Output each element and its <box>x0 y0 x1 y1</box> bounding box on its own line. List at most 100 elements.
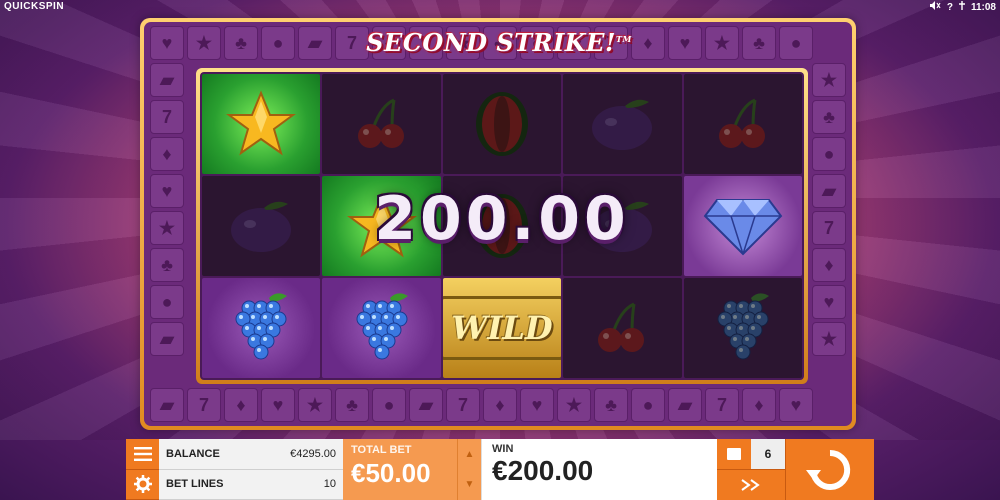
balance-label: BALANCE <box>166 447 220 460</box>
bet-increase-button[interactable]: ▲ <box>458 439 481 470</box>
bet-stepper: ▲ ▼ <box>457 439 481 500</box>
frame-tile: ♦ <box>631 26 665 60</box>
clock: 11:08 <box>970 1 996 13</box>
frame-tile: ★ <box>705 26 739 60</box>
balance-value: €4295.00 <box>290 447 336 460</box>
plum-icon <box>587 196 657 256</box>
melon-icon <box>472 191 532 261</box>
total-bet-label: TOTAL BET <box>351 444 412 456</box>
frame-tile: ▰ <box>668 388 702 422</box>
reel-cell-grapes <box>202 278 321 378</box>
frame-tile: ★ <box>150 211 184 245</box>
reel-cell-grapes <box>683 278 802 378</box>
frame-tile: ♦ <box>483 388 517 422</box>
frame-tile: ★ <box>812 63 846 97</box>
reels-grid[interactable]: WILD 200.00 <box>200 72 804 380</box>
frame-tile: ★ <box>812 322 846 356</box>
frame-tile: ● <box>779 26 813 60</box>
star-icon <box>226 89 297 159</box>
frame-tile: 7 <box>187 388 221 422</box>
control-bar: BALANCE €4295.00 BET LINES 10 TOTAL BET … <box>126 439 874 500</box>
reel-cell-melon <box>442 74 562 174</box>
reel-cell-cherry <box>683 74 802 174</box>
frame-tile: ▰ <box>409 388 443 422</box>
triangle-up-icon: ▲ <box>464 448 475 460</box>
frame-tile: ▰ <box>150 388 184 422</box>
win-value: €200.00 <box>492 455 594 486</box>
wild-label: WILD <box>442 296 562 360</box>
frame-tile: ♦ <box>224 388 258 422</box>
melon-icon <box>472 89 532 159</box>
total-bet-value: €50.00 <box>351 458 431 488</box>
frame-tile: 7 <box>150 100 184 134</box>
bet-lines-value: 10 <box>323 478 336 491</box>
frame-tile: ♣ <box>335 388 369 422</box>
reel-cell-wild: WILD <box>442 278 562 378</box>
frame-tile: ♦ <box>742 388 776 422</box>
cherry-icon <box>590 296 654 360</box>
reel-cell-cherry <box>322 74 441 174</box>
frame-tile: ♣ <box>812 100 846 134</box>
frame-tile: ▰ <box>298 26 332 60</box>
game-title-text: SECOND STRIKE! <box>366 28 616 57</box>
cherry-icon <box>711 92 775 156</box>
menu-button[interactable] <box>126 439 159 470</box>
settings-button[interactable] <box>126 469 159 500</box>
frame-tile: 7 <box>705 388 739 422</box>
frame-tile: ● <box>150 285 184 319</box>
brand-logo: QUICKSPIN <box>4 1 65 12</box>
autoplay-stop-button[interactable] <box>717 439 751 469</box>
spin-button[interactable] <box>785 439 874 500</box>
reel-cell-grapes <box>322 278 441 378</box>
spin-icon <box>806 449 851 490</box>
total-bet-panel: TOTAL BET €50.00 <box>343 439 457 500</box>
plum-icon <box>587 94 657 154</box>
frame-tile: 7 <box>812 211 846 245</box>
win-panel: WIN €200.00 <box>481 439 717 500</box>
triangle-down-icon: ▼ <box>464 479 475 491</box>
frame-tile: ● <box>261 26 295 60</box>
reel-cell-star <box>322 176 441 276</box>
reels-frame: WILD 200.00 <box>196 68 808 384</box>
grapes-icon <box>229 292 293 364</box>
bet-lines-row: BET LINES 10 <box>159 470 343 500</box>
frame-tile: ♥ <box>520 388 554 422</box>
frame-tile: ♥ <box>150 26 184 60</box>
frame-tile: ● <box>812 137 846 171</box>
frame-tile: ♦ <box>812 248 846 282</box>
frame-tile: ♥ <box>261 388 295 422</box>
diamond-icon <box>703 194 783 258</box>
frame-tile: ★ <box>557 388 591 422</box>
sound-icon[interactable] <box>929 1 941 13</box>
game-title: SECOND STRIKE!TM <box>364 28 634 58</box>
frame-tile: ▰ <box>150 322 184 356</box>
menu-column <box>126 439 159 500</box>
frame-tile: ▰ <box>150 63 184 97</box>
grapes-icon <box>711 292 775 364</box>
stop-icon <box>727 448 741 460</box>
status-area: ? 11:08 <box>929 1 996 13</box>
frame-tile: ♣ <box>224 26 258 60</box>
frame-tile: ★ <box>298 388 332 422</box>
frame-tile: 7 <box>446 388 480 422</box>
reel-cell-star <box>202 74 321 174</box>
help-icon[interactable]: ? <box>947 2 953 13</box>
frame-tile: ● <box>372 388 406 422</box>
frame-tile: ♥ <box>812 285 846 319</box>
frame-tile: ♦ <box>150 137 184 171</box>
autoplay-count: 6 <box>751 439 785 469</box>
frame-tile: ♣ <box>150 248 184 282</box>
frame-tile: ♥ <box>779 388 813 422</box>
frame-tile: ▰ <box>812 174 846 208</box>
frame-tile: ★ <box>187 26 221 60</box>
autoplay-panel: 6 <box>717 439 785 500</box>
plum-icon <box>226 196 296 256</box>
fast-forward-button[interactable] <box>717 469 785 500</box>
reel-cell-plum <box>563 74 682 174</box>
frame-tile: ● <box>631 388 665 422</box>
bet-lines-label: BET LINES <box>166 478 224 491</box>
trademark: TM <box>615 34 632 44</box>
balance-row: BALANCE €4295.00 <box>159 439 343 470</box>
bet-decrease-button[interactable]: ▼ <box>458 470 481 500</box>
fast-forward-icon <box>741 479 760 491</box>
